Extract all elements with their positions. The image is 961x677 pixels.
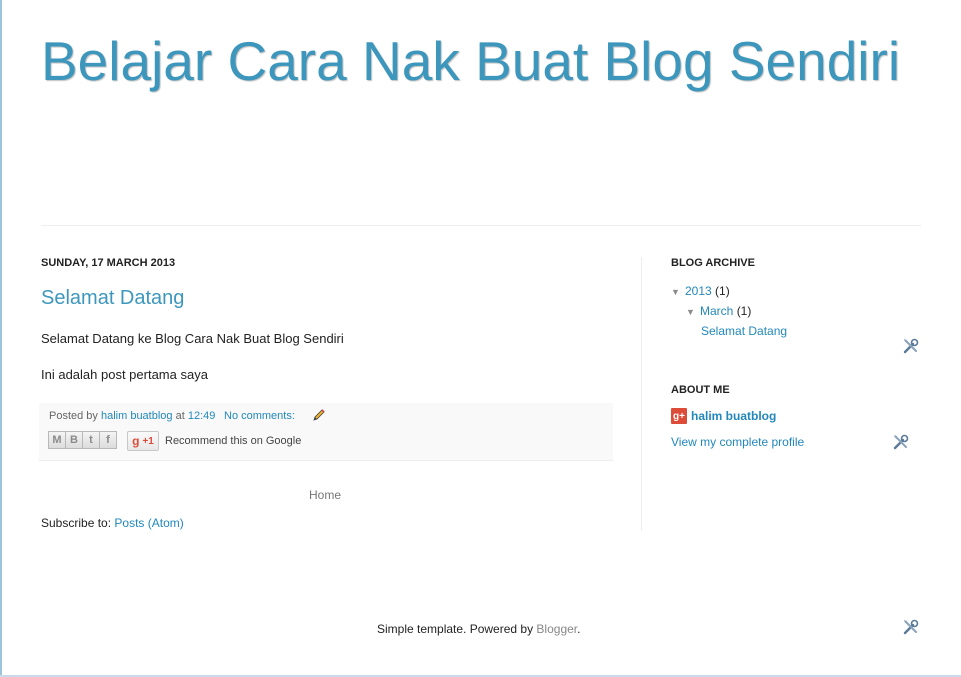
post-paragraph: Selamat Datang ke Blog Cara Nak Buat Blo… — [41, 331, 344, 346]
twitter-share-button[interactable]: t — [82, 431, 100, 449]
author-link[interactable]: halim buatblog — [101, 410, 173, 422]
page-border-left — [0, 0, 2, 677]
posted-by-label: Posted by — [49, 410, 98, 422]
footer-attribution: Simple template. Powered by Blogger. — [377, 622, 580, 636]
pencil-icon[interactable] — [311, 407, 327, 423]
post-paragraph: Ini adalah post pertama saya — [41, 367, 208, 382]
facebook-icon: f — [106, 434, 110, 446]
blog-title[interactable]: Belajar Cara Nak Buat Blog Sendiri — [41, 28, 921, 94]
email-icon: M — [52, 434, 62, 446]
triangle-down-icon[interactable]: ▼ — [686, 307, 700, 317]
profile-name-link[interactable]: halim buatblog — [691, 409, 776, 423]
footer-text: Simple template. Powered by — [377, 622, 537, 636]
timestamp-link[interactable]: 12:49 — [188, 410, 216, 422]
footer-period: . — [577, 622, 581, 636]
recommend-text: Recommend this on Google — [165, 435, 302, 447]
plusone-label: +1 — [142, 435, 154, 447]
blog-archive-title: BLOG ARCHIVE — [671, 257, 755, 269]
tools-icon[interactable] — [901, 617, 921, 637]
blogger-link[interactable]: Blogger — [536, 622, 577, 636]
home-link[interactable]: Home — [309, 488, 341, 502]
column-divider — [641, 257, 642, 531]
post-byline: Posted by halim buatblog at 12:49 — [49, 410, 215, 422]
subscribe-line: Subscribe to: Posts (Atom) — [41, 516, 184, 530]
archive-month-count: (1) — [736, 304, 752, 318]
share-buttons: M B t f — [48, 431, 117, 449]
about-me-title: ABOUT ME — [671, 384, 730, 396]
header-divider — [41, 225, 921, 226]
tools-icon[interactable] — [901, 336, 921, 356]
post-footer: Posted by halim buatblog at 12:49 No com… — [39, 403, 613, 461]
blogger-icon: B — [70, 434, 78, 446]
post-date-header: SUNDAY, 17 MARCH 2013 — [41, 257, 176, 269]
archive-year-2013: ▼ 2013 (1) — [671, 284, 730, 298]
archive-year-link[interactable]: 2013 — [685, 284, 712, 298]
facebook-share-button[interactable]: f — [99, 431, 117, 449]
comments-link[interactable]: No comments: — [224, 410, 295, 422]
at-label: at — [175, 410, 185, 422]
archive-month-march: ▼ March (1) — [686, 304, 751, 318]
triangle-down-icon[interactable]: ▼ — [671, 287, 685, 297]
plusone-button[interactable]: g +1 — [127, 431, 159, 451]
tools-icon[interactable] — [891, 432, 911, 452]
archive-month-link[interactable]: March — [700, 304, 733, 318]
blogthis-share-button[interactable]: B — [65, 431, 83, 449]
gplus-icon[interactable]: g+ — [671, 408, 687, 424]
archive-post-link[interactable]: Selamat Datang — [701, 324, 787, 338]
atom-feed-link[interactable]: Posts (Atom) — [114, 516, 183, 530]
post-title[interactable]: Selamat Datang — [41, 287, 184, 310]
subscribe-label: Subscribe to: — [41, 516, 112, 530]
email-share-button[interactable]: M — [48, 431, 66, 449]
archive-year-count: (1) — [715, 284, 730, 298]
view-profile-link[interactable]: View my complete profile — [671, 435, 804, 449]
gplus-icon: g — [132, 434, 140, 448]
twitter-icon: t — [89, 434, 93, 446]
